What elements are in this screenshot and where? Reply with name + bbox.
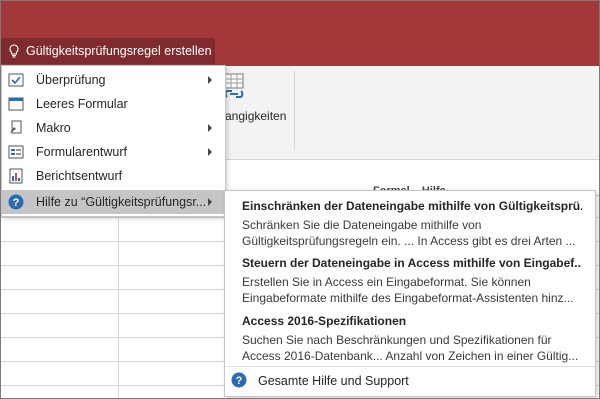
tell-me-box[interactable]: Gültigkeitsprüfungsregel erstellen [1,38,215,64]
menu-item-makro[interactable]: Makro [2,116,225,140]
svg-text:?: ? [13,197,20,209]
help-result-snippet: Suchen Sie nach Beschränkungen und Spezi… [242,333,552,347]
menu-item-label: Formularentwurf [36,145,127,159]
tell-me-results-menu: Überprüfung Leeres Formular Makro Formul… [1,65,226,217]
svg-text:?: ? [236,375,243,387]
submenu-arrow-icon [208,76,212,84]
lightbulb-icon [8,44,20,58]
help-result-title: Einschränken der Dateneingabe mithilfe v… [242,199,582,213]
help-results-submenu: Einschränken der Dateneingabe mithilfe v… [224,190,596,397]
menu-item-label: Makro [36,121,71,135]
menu-item-formularentwurf[interactable]: Formularentwurf [2,140,225,164]
help-result-snippet: Schränken Sie die Dateneingabe mithilfe … [242,218,482,232]
submenu-arrow-icon [208,124,212,132]
menu-item-hilfe[interactable]: ? Hilfe zu “Gültigkeitsprüfungsr... [2,190,225,214]
help-result-item[interactable]: Einschränken der Dateneingabe mithilfe v… [242,199,582,249]
full-help-support-label: Gesamte Hilfe und Support [258,374,409,388]
help-result-snippet: Erstellen Sie in Access ein Eingabeforma… [242,275,531,289]
help-result-snippet: Gültigkeitsprüfungsregeln ein. ... In Ac… [242,234,576,248]
full-help-support-item[interactable]: ? Gesamte Hilfe und Support [225,369,595,393]
object-dependencies-label[interactable]: angigkeiten [225,109,286,123]
object-dependencies-icon[interactable] [223,71,245,105]
grid-column-line [118,195,119,398]
macro-icon [8,120,24,136]
menu-item-label: Hilfe zu “Gültigkeitsprüfungsr... [36,195,207,209]
blank-form-icon [8,96,24,112]
menu-item-leeres-formular[interactable]: Leeres Formular [2,92,225,116]
help-result-item[interactable]: Steuern der Dateneingabe in Access mithi… [242,256,582,306]
help-icon: ? [231,372,247,388]
menu-item-label: Berichtsentwurf [36,169,123,183]
report-design-icon [8,168,24,184]
submenu-arrow-icon [208,198,212,206]
help-result-title: Steuern der Dateneingabe in Access mithi… [242,256,582,270]
help-result-title: Access 2016-Spezifikationen [242,314,407,328]
ribbon-separator [294,71,295,149]
menu-item-label: Leeres Formular [36,97,128,111]
access-window: Gültigkeitsprüfungsregel erstellen angig… [0,0,600,399]
submenu-divider [225,366,595,367]
help-result-snippet: Access 2016-Datenbank... Anzahl von Zeic… [242,349,579,363]
help-icon: ? [8,194,24,210]
tell-me-text: Gültigkeitsprüfungsregel erstellen [26,44,212,58]
menu-item-ueberpruefung[interactable]: Überprüfung [2,68,225,92]
menu-item-berichtsentwurf[interactable]: Berichtsentwurf [2,164,225,188]
form-design-icon [8,144,24,160]
validation-icon [8,72,24,88]
submenu-arrow-icon [208,148,212,156]
help-result-item[interactable]: Access 2016-Spezifikationen Suchen Sie n… [242,314,582,364]
help-result-snippet: Eingabeformate mithilfe des Eingabeforma… [242,291,574,305]
menu-item-label: Überprüfung [36,73,106,87]
